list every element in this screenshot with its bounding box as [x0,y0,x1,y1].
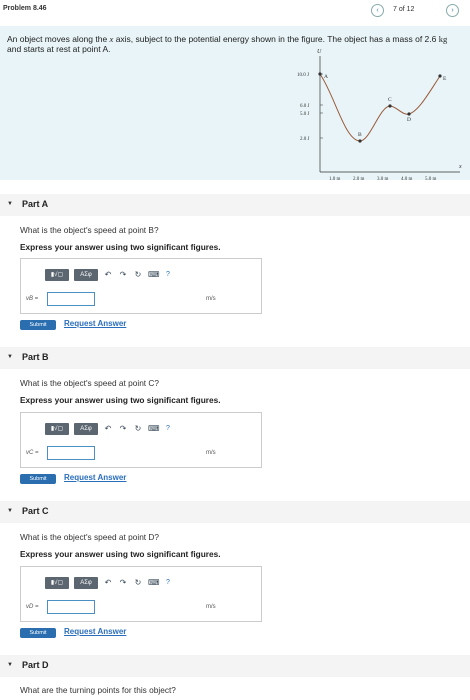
keyboard-icon[interactable]: ⌨ [148,578,160,587]
variable-label: vD = [26,604,39,610]
templates-button[interactable]: ▮√▢ [45,576,69,589]
answer-input[interactable] [47,446,95,460]
problem-statement: An object moves along the x axis, subjec… [0,26,470,182]
collapse-caret-icon: ▼ [7,354,13,360]
x-tick-1: 1.0 m [329,177,341,182]
symbols-button[interactable]: ΑΣφ [74,576,98,589]
problem-title: Problem 8.46 [3,5,47,12]
part-c-header[interactable]: ▼ Part C [0,501,470,523]
instruction-text: Express your answer using two significan… [20,549,221,559]
answer-box: ▮√▢ ΑΣφ ↶ ↷ ↻ ⌨ ? vB = m/s [20,258,262,314]
potential-curve [319,73,441,142]
answer-input[interactable] [47,292,95,306]
instruction-text: Express your answer using two significan… [20,395,221,405]
part-title: Part A [22,199,49,209]
point-c-label: C [388,97,392,103]
answer-box: ▮√▢ ΑΣφ ↶ ↷ ↻ ⌨ ? vD = m/s [20,566,262,622]
top-bar: Problem 8.46 ‹ 7 of 12 › [0,0,470,22]
redo-icon[interactable]: ↷ [118,424,128,433]
help-button[interactable]: ? [163,271,173,278]
problem-pager: 7 of 12 [393,6,415,13]
variable-label: vB = [26,296,39,302]
redo-icon[interactable]: ↷ [118,578,128,587]
point-a-label: A [324,74,328,80]
problem-text-part: An object moves along the [7,34,110,44]
point-c-marker [388,104,392,108]
part-a-header[interactable]: ▼ Part A [0,194,470,216]
submit-button[interactable]: Submit [20,320,56,330]
redo-icon[interactable]: ↷ [118,270,128,279]
symbols-button[interactable]: ΑΣφ [74,268,98,281]
point-d-marker [407,112,411,116]
math-toolbar: ▮√▢ ΑΣφ ↶ ↷ ↻ ⌨ ? [45,422,173,435]
point-e-marker [438,74,442,78]
unit-label: m/s [206,296,216,302]
unit-label: m/s [206,450,216,456]
reset-icon[interactable]: ↻ [133,578,143,587]
question-text: What is the object's speed at point B? [20,225,159,235]
problem-text-part: axis, subject to the potential energy sh… [113,34,439,44]
part-b-header[interactable]: ▼ Part B [0,347,470,369]
question-text: What are the turning points for this obj… [20,685,176,695]
prev-problem-button[interactable]: ‹ [371,4,384,17]
next-problem-button[interactable]: › [446,4,459,17]
instruction-text: Express your answer using two significan… [20,242,221,252]
y-tick-5: 5.0 J [300,112,310,117]
y-tick-2: 2.0 J [300,137,310,142]
keyboard-icon[interactable]: ⌨ [148,270,160,279]
collapse-caret-icon: ▼ [7,508,13,514]
x-tick-4: 4.0 m [401,177,413,182]
request-answer-link[interactable]: Request Answer [64,627,126,636]
reset-icon[interactable]: ↻ [133,270,143,279]
x-axis-label: x [458,164,462,170]
submit-button[interactable]: Submit [20,474,56,484]
x-tick-5: 5.0 m [425,177,437,182]
question-text: What is the object's speed at point C? [20,378,160,388]
help-button[interactable]: ? [163,579,173,586]
unit-kg: kg [438,34,448,44]
point-a-marker [318,72,322,76]
y-tick-6: 6.0 J [300,104,310,109]
undo-icon[interactable]: ↶ [103,578,113,587]
point-b-marker [358,139,362,143]
templates-button[interactable]: ▮√▢ [45,422,69,435]
y-axis-label: U [317,49,322,55]
reset-icon[interactable]: ↻ [133,424,143,433]
part-title: Part C [22,506,49,516]
question-text: What is the object's speed at point D? [20,532,160,542]
unit-label: m/s [206,604,216,610]
collapse-caret-icon: ▼ [7,201,13,207]
symbols-button[interactable]: ΑΣφ [74,422,98,435]
collapse-caret-icon: ▼ [7,662,13,668]
math-toolbar: ▮√▢ ΑΣφ ↶ ↷ ↻ ⌨ ? [45,268,173,281]
request-answer-link[interactable]: Request Answer [64,319,126,328]
part-title: Part B [22,352,49,362]
point-e-label: E [443,76,447,82]
point-b-label: B [358,132,362,138]
math-toolbar: ▮√▢ ΑΣφ ↶ ↷ ↻ ⌨ ? [45,576,173,589]
templates-button[interactable]: ▮√▢ [45,268,69,281]
keyboard-icon[interactable]: ⌨ [148,424,160,433]
chevron-right-icon: › [451,7,454,14]
help-button[interactable]: ? [163,425,173,432]
chevron-left-icon: ‹ [376,7,379,14]
potential-energy-figure: U x 10.0 J 6.0 J 5.0 J 2.0 J 1.0 m 2.0 m… [297,49,462,182]
x-tick-2: 2.0 m [353,177,365,182]
submit-button[interactable]: Submit [20,628,56,638]
undo-icon[interactable]: ↶ [103,424,113,433]
y-tick-10: 10.0 J [297,73,309,78]
answer-box: ▮√▢ ΑΣφ ↶ ↷ ↻ ⌨ ? vC = m/s [20,412,262,468]
problem-text-part: and starts at rest at point A. [7,44,111,54]
request-answer-link[interactable]: Request Answer [64,473,126,482]
point-d-label: D [407,117,411,123]
part-d-header[interactable]: ▼ Part D [0,655,470,677]
part-title: Part D [22,660,49,670]
variable-label: vC = [26,450,39,456]
answer-input[interactable] [47,600,95,614]
x-tick-3: 3.0 m [377,177,389,182]
undo-icon[interactable]: ↶ [103,270,113,279]
